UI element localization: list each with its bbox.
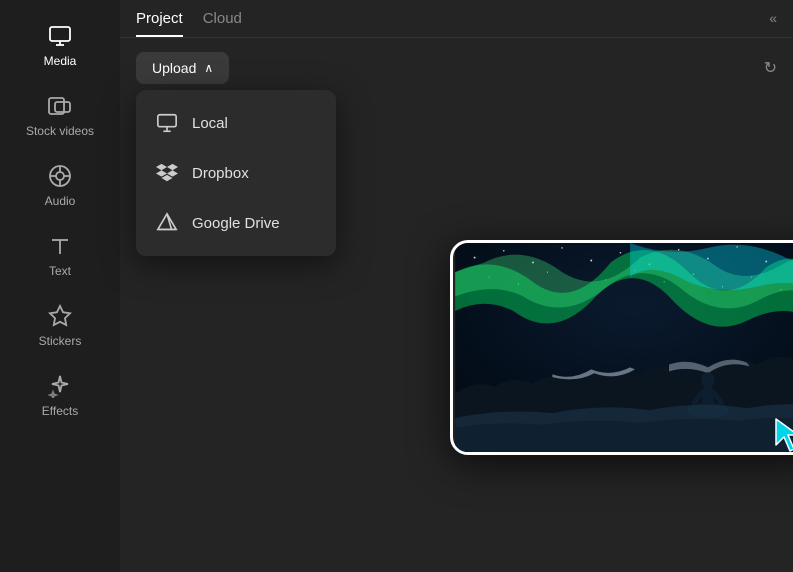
local-icon	[156, 112, 178, 134]
upload-dropdown: Local Dropbox Google Drive	[136, 90, 336, 256]
text-icon	[46, 232, 74, 260]
local-label: Local	[192, 115, 228, 132]
google-drive-icon	[156, 212, 178, 234]
google-drive-label: Google Drive	[192, 215, 280, 232]
sidebar-label-media: Media	[44, 54, 77, 68]
sidebar-item-stock-videos[interactable]: Stock videos	[0, 80, 120, 150]
dropdown-item-dropbox[interactable]: Dropbox	[136, 148, 336, 198]
upload-row: Upload ∧ ↻	[120, 38, 793, 90]
sidebar-item-effects[interactable]: Effects	[0, 360, 120, 430]
upload-label: Upload	[152, 60, 196, 76]
cursor-icon	[770, 415, 793, 455]
sidebar-item-text[interactable]: Text	[0, 220, 120, 290]
dropbox-icon	[156, 162, 178, 184]
tab-cloud[interactable]: Cloud	[203, 10, 242, 37]
sidebar: Media Stock videos Audio Text Stickers E…	[0, 0, 120, 572]
main-panel: Project Cloud « Upload ∧ ↻ Local	[120, 0, 793, 572]
sidebar-label-text: Text	[49, 264, 71, 278]
header-tabs: Project Cloud «	[120, 0, 793, 37]
image-preview	[450, 240, 793, 455]
stock-videos-icon	[46, 92, 74, 120]
media-icon	[46, 22, 74, 50]
stickers-icon	[46, 302, 74, 330]
tab-project[interactable]: Project	[136, 10, 183, 37]
effects-icon	[46, 372, 74, 400]
dropbox-label: Dropbox	[192, 165, 249, 182]
sidebar-item-audio[interactable]: Audio	[0, 150, 120, 220]
sidebar-label-stickers: Stickers	[39, 334, 82, 348]
chevron-up-icon: ∧	[204, 61, 213, 75]
sidebar-label-effects: Effects	[42, 404, 78, 418]
upload-button[interactable]: Upload ∧	[136, 52, 229, 84]
sidebar-label-stock-videos: Stock videos	[26, 124, 94, 138]
dropdown-item-local[interactable]: Local	[136, 98, 336, 148]
sidebar-item-media[interactable]: Media	[0, 10, 120, 80]
sidebar-item-stickers[interactable]: Stickers	[0, 290, 120, 360]
audio-icon	[46, 162, 74, 190]
refresh-button[interactable]: ↻	[764, 58, 777, 78]
collapse-button[interactable]: «	[769, 10, 777, 26]
dropdown-item-google-drive[interactable]: Google Drive	[136, 198, 336, 248]
sidebar-label-audio: Audio	[45, 194, 76, 208]
